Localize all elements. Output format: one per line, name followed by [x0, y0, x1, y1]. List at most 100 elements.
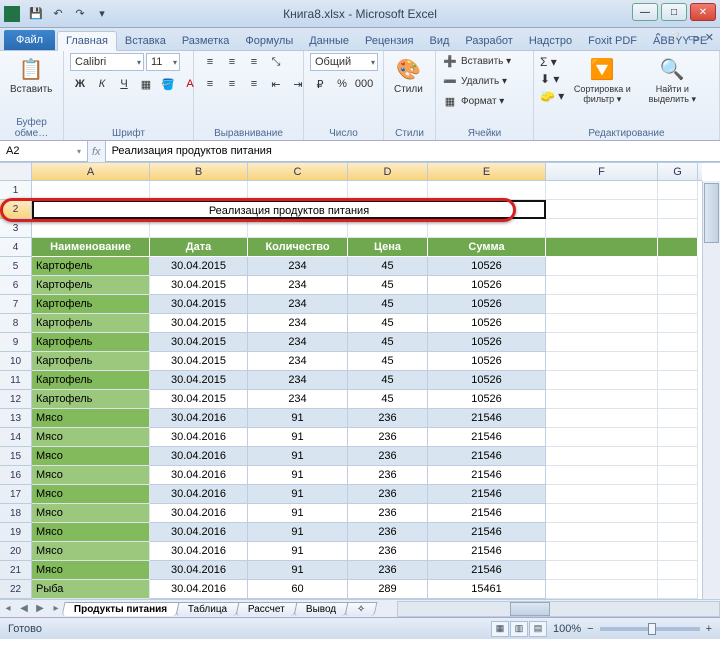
border-button[interactable]: ▦ [136, 75, 156, 93]
tab-layout[interactable]: Разметка [174, 32, 238, 50]
cell[interactable]: 234 [248, 295, 348, 314]
cell[interactable]: Мясо [32, 561, 150, 580]
cell[interactable] [248, 181, 348, 200]
cell[interactable] [546, 428, 658, 447]
cell[interactable] [658, 200, 698, 219]
sheet-tab-2[interactable]: Таблица [176, 602, 240, 616]
zoom-in-button[interactable]: + [706, 623, 712, 635]
cell[interactable] [546, 485, 658, 504]
cell[interactable]: Мясо [32, 485, 150, 504]
align-left-button[interactable]: ≡ [200, 75, 220, 93]
column-header-B[interactable]: B [150, 163, 248, 180]
cell[interactable]: 91 [248, 504, 348, 523]
cell[interactable] [546, 333, 658, 352]
cell[interactable] [658, 219, 698, 238]
cell[interactable] [658, 466, 698, 485]
cell[interactable] [546, 561, 658, 580]
cell[interactable]: Картофель [32, 371, 150, 390]
sort-filter-button[interactable]: 🔽Сортировка и фильтр ▾ [568, 53, 636, 107]
cell[interactable]: 30.04.2015 [150, 257, 248, 276]
cell[interactable] [658, 371, 698, 390]
cell[interactable]: Мясо [32, 466, 150, 485]
cell[interactable]: 236 [348, 523, 428, 542]
cell[interactable]: 236 [348, 542, 428, 561]
cell[interactable] [658, 181, 698, 200]
vscroll-thumb[interactable] [704, 183, 719, 243]
cell[interactable]: 234 [248, 314, 348, 333]
page-layout-view-icon[interactable]: ▥ [510, 621, 528, 637]
help-icon[interactable]: ❔ [669, 31, 683, 44]
cell[interactable] [428, 181, 546, 200]
tab-addins[interactable]: Надстро [521, 32, 580, 50]
cell[interactable]: 30.04.2016 [150, 580, 248, 599]
cell[interactable]: 30.04.2015 [150, 314, 248, 333]
align-center-button[interactable]: ≡ [222, 75, 242, 93]
maximize-button[interactable]: □ [661, 3, 687, 21]
cell[interactable] [248, 219, 348, 238]
cell[interactable] [658, 523, 698, 542]
zoom-slider[interactable] [600, 627, 700, 631]
column-header-G[interactable]: G [658, 163, 698, 180]
cell[interactable] [658, 314, 698, 333]
close-button[interactable]: ✕ [690, 3, 716, 21]
cell[interactable] [546, 542, 658, 561]
cell[interactable]: 234 [248, 371, 348, 390]
cell[interactable]: 30.04.2016 [150, 542, 248, 561]
cell[interactable]: 91 [248, 447, 348, 466]
row-header-1[interactable]: 1 [0, 181, 31, 200]
cell[interactable]: 21546 [428, 504, 546, 523]
cell[interactable]: 45 [348, 371, 428, 390]
cell[interactable] [546, 504, 658, 523]
cells-insert-button[interactable]: ➕Вставить ▾ [442, 53, 511, 69]
tab-data[interactable]: Данные [301, 32, 357, 50]
cell[interactable] [658, 352, 698, 371]
currency-button[interactable]: ₽ [310, 75, 330, 93]
cell[interactable]: 30.04.2016 [150, 409, 248, 428]
clear-button[interactable]: 🧽 ▾ [540, 89, 564, 103]
sheet-tab-3[interactable]: Рассчет [236, 602, 298, 616]
cells-delete-button[interactable]: ➖Удалить ▾ [442, 73, 507, 89]
cell[interactable] [546, 314, 658, 333]
comma-button[interactable]: 000 [354, 75, 374, 93]
row-header-11[interactable]: 11 [0, 371, 31, 390]
sheet-tab-1[interactable]: Продукты питания [62, 602, 180, 616]
row-header-3[interactable]: 3 [0, 219, 31, 238]
row-header-13[interactable]: 13 [0, 409, 31, 428]
cell[interactable]: 21546 [428, 523, 546, 542]
row-header-21[interactable]: 21 [0, 561, 31, 580]
cell[interactable] [150, 219, 248, 238]
cell[interactable]: 30.04.2015 [150, 371, 248, 390]
row-header-14[interactable]: 14 [0, 428, 31, 447]
cell[interactable]: 91 [248, 561, 348, 580]
cell[interactable]: Картофель [32, 390, 150, 409]
cell[interactable]: 10526 [428, 371, 546, 390]
cell[interactable] [546, 352, 658, 371]
cell[interactable]: 234 [248, 257, 348, 276]
cell[interactable]: Мясо [32, 504, 150, 523]
row-header-10[interactable]: 10 [0, 352, 31, 371]
cell[interactable] [658, 333, 698, 352]
cell[interactable] [658, 561, 698, 580]
cell[interactable]: Картофель [32, 352, 150, 371]
cell[interactable] [546, 238, 658, 257]
orientation-button[interactable]: ⤡ [266, 53, 286, 71]
cell[interactable] [546, 447, 658, 466]
cell[interactable]: 234 [248, 352, 348, 371]
cell[interactable]: Картофель [32, 295, 150, 314]
cell[interactable]: 30.04.2016 [150, 485, 248, 504]
cell[interactable]: 21546 [428, 542, 546, 561]
redo-button[interactable]: ↷ [70, 5, 90, 23]
cell[interactable]: 30.04.2016 [150, 504, 248, 523]
tab-file[interactable]: Файл [4, 30, 55, 50]
cell[interactable] [658, 504, 698, 523]
cell[interactable]: 289 [348, 580, 428, 599]
cell[interactable] [348, 181, 428, 200]
select-all-button[interactable] [0, 163, 32, 181]
cell[interactable]: Цена [348, 238, 428, 257]
cell[interactable]: 30.04.2015 [150, 390, 248, 409]
align-top-button[interactable]: ≡ [200, 53, 220, 71]
column-header-A[interactable]: A [32, 163, 150, 180]
cell[interactable]: Картофель [32, 276, 150, 295]
new-sheet-button[interactable]: ✧ [345, 602, 378, 616]
font-name-combo[interactable]: Calibri [70, 53, 144, 71]
